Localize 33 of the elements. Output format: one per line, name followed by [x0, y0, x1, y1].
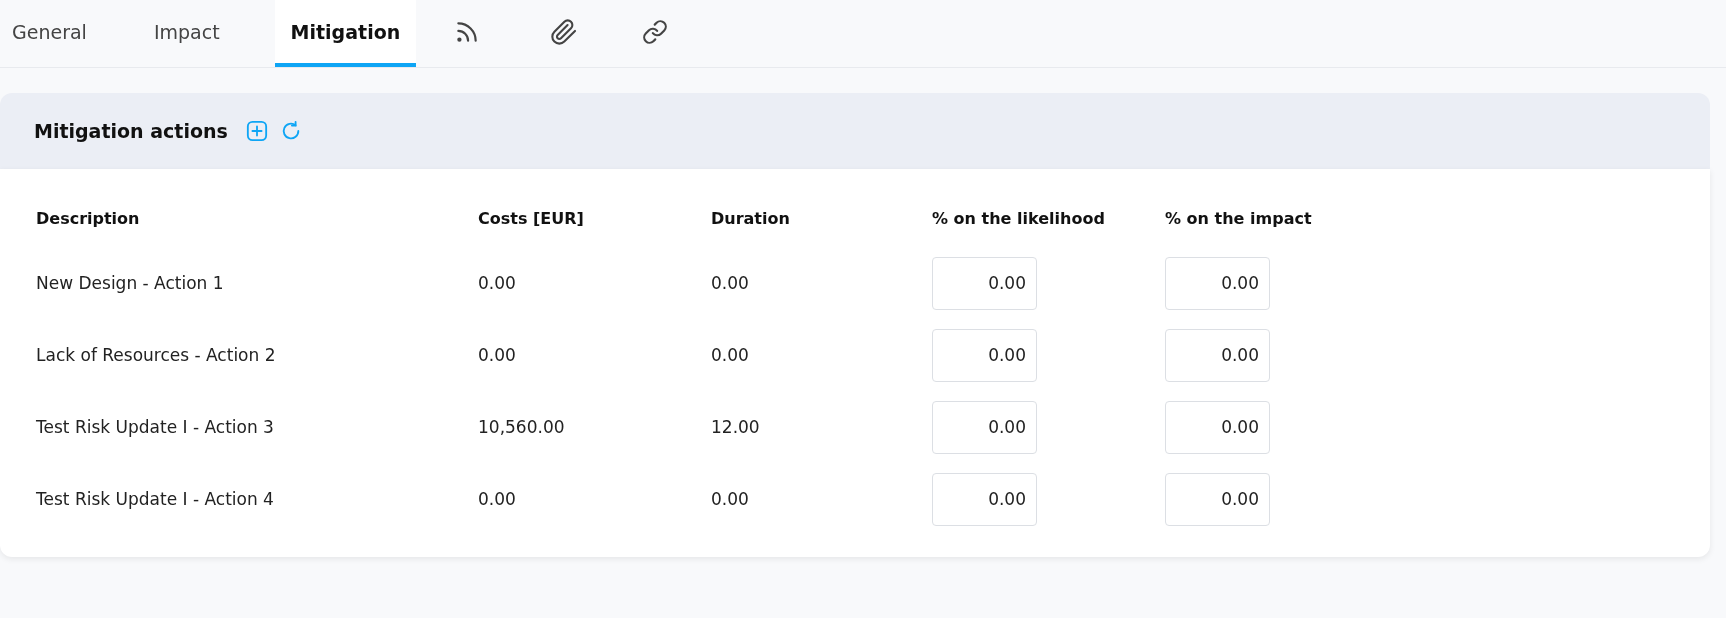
table-cell-text: 0.00 — [711, 272, 750, 295]
column-header: Costs [EUR] — [478, 207, 585, 230]
input-field[interactable]: 0.00 — [932, 328, 1037, 382]
table-cell-text: 0.00 — [478, 488, 517, 511]
table-cell-text: 0.00 — [711, 488, 750, 511]
table-cell-text: New Design - Action 1 — [36, 272, 225, 295]
input-field[interactable]: 0.00 — [932, 256, 1037, 310]
tab[interactable]: General — [0, 0, 99, 67]
column-header: Description — [36, 207, 141, 230]
plus-square-icon — [245, 120, 268, 142]
tab[interactable]: Impact — [98, 0, 275, 67]
column-header: % on the likelihood — [932, 207, 1106, 230]
tab[interactable]: Mitigation — [274, 0, 417, 67]
add-button[interactable] — [245, 120, 268, 142]
input-field[interactable]: 0.00 — [1165, 400, 1270, 454]
input-field[interactable]: 0.00 — [932, 400, 1037, 454]
link-icon — [642, 18, 669, 45]
table-cell-text: 0.00 — [478, 344, 517, 367]
table-cell-text: 0.00 — [711, 344, 750, 367]
column-header: Duration — [711, 207, 791, 230]
table-cell-text: 10,560.00 — [478, 416, 566, 439]
table-cell-text: Lack of Resources - Action 2 — [36, 344, 277, 367]
table-cell-text: Test Risk Update I - Action 3 — [36, 416, 275, 439]
table-cell-text: 0.00 — [478, 272, 517, 295]
input-field[interactable]: 0.00 — [1165, 256, 1270, 310]
table-cell-text: Test Risk Update I - Action 4 — [36, 488, 275, 511]
input-field[interactable]: 0.00 — [932, 472, 1037, 526]
paperclip-icon — [550, 17, 579, 46]
input-field[interactable]: 0.00 — [1165, 328, 1270, 382]
panel-title: Mitigation actions — [34, 120, 228, 142]
table-cell-text: 12.00 — [711, 416, 761, 439]
column-header: % on the impact — [1165, 207, 1313, 230]
input-field[interactable]: 0.00 — [1165, 472, 1270, 526]
